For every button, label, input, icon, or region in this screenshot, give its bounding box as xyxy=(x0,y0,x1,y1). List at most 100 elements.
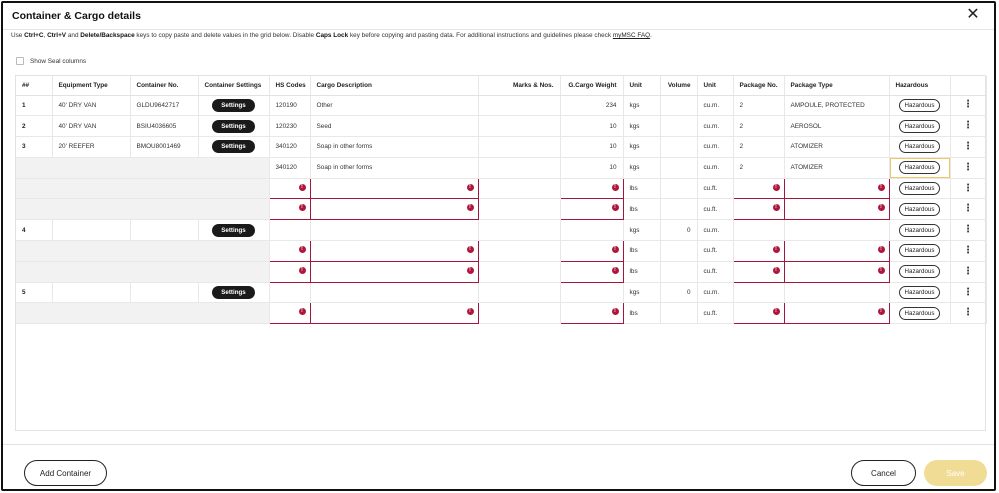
cargo-description-cell-error[interactable] xyxy=(309,302,479,325)
volume-unit-cell[interactable]: cu.m. xyxy=(697,136,734,158)
weight-unit-cell[interactable]: lbs xyxy=(623,261,661,283)
volume-cell[interactable]: 0 xyxy=(660,282,698,304)
package-no-cell[interactable]: 2 xyxy=(733,136,785,158)
marks-cell[interactable] xyxy=(478,302,561,325)
package-type-cell-error[interactable] xyxy=(783,177,890,200)
cargo-description-cell[interactable]: Soap in other forms xyxy=(310,136,479,158)
weight-cell-error[interactable] xyxy=(559,240,624,262)
weight-cell-error[interactable] xyxy=(559,260,624,283)
volume-unit-cell[interactable]: cu.m. xyxy=(697,115,734,138)
volume-cell[interactable] xyxy=(660,178,698,200)
weight-cell-error[interactable] xyxy=(559,302,624,325)
weight-unit-cell[interactable]: kgs xyxy=(623,95,661,117)
more-vertical-icon[interactable]: ⋮ xyxy=(963,183,973,194)
more-vertical-icon[interactable]: ⋮ xyxy=(963,287,973,298)
package-no-cell[interactable]: 2 xyxy=(733,95,785,117)
volume-unit-cell[interactable]: cu.ft. xyxy=(697,302,734,325)
container-no-cell[interactable] xyxy=(130,219,199,242)
volume-unit-cell[interactable]: cu.m. xyxy=(697,282,734,304)
cargo-description-cell-error[interactable] xyxy=(309,177,479,200)
weight-cell-error[interactable] xyxy=(559,177,624,200)
cargo-description-cell[interactable] xyxy=(310,219,479,242)
hazardous-toggle[interactable]: Hazardous xyxy=(898,98,941,112)
volume-cell[interactable] xyxy=(660,198,698,221)
settings-button[interactable]: Settings xyxy=(212,119,255,133)
more-vertical-icon[interactable]: ⋮ xyxy=(963,245,973,256)
hs-code-cell[interactable] xyxy=(269,219,311,242)
cargo-description-cell[interactable] xyxy=(310,282,479,304)
container-no-cell[interactable]: GLDU9642717 xyxy=(130,95,199,117)
hazardous-toggle[interactable]: Hazardous xyxy=(898,119,941,133)
volume-cell[interactable] xyxy=(660,261,698,283)
hazardous-toggle[interactable]: Hazardous xyxy=(898,265,941,279)
hs-code-cell[interactable]: 120230 xyxy=(269,115,311,138)
weight-unit-cell[interactable]: kgs xyxy=(623,136,661,158)
hs-code-cell-error[interactable] xyxy=(268,302,311,325)
container-no-cell[interactable] xyxy=(130,282,199,304)
marks-cell[interactable] xyxy=(478,261,561,283)
weight-unit-cell[interactable]: kgs xyxy=(623,282,661,304)
package-type-cell-error[interactable] xyxy=(783,260,890,283)
settings-button[interactable]: Settings xyxy=(212,286,255,300)
volume-cell[interactable] xyxy=(660,157,698,179)
package-no-cell[interactable]: 2 xyxy=(733,115,785,138)
hazardous-toggle[interactable]: Hazardous xyxy=(898,202,941,216)
package-type-cell[interactable]: ATOMIZER xyxy=(784,136,890,158)
marks-cell[interactable] xyxy=(478,219,561,242)
equipment-type-cell[interactable]: 40' DRY VAN xyxy=(52,95,131,117)
faq-link[interactable]: myMSC FAQ xyxy=(613,32,650,39)
weight-cell[interactable]: 10 xyxy=(560,136,624,158)
volume-cell[interactable] xyxy=(660,115,698,138)
volume-cell[interactable] xyxy=(660,240,698,262)
volume-unit-cell[interactable]: cu.m. xyxy=(697,219,734,242)
weight-cell[interactable] xyxy=(560,219,624,242)
marks-cell[interactable] xyxy=(478,115,561,138)
hazardous-toggle[interactable]: Hazardous xyxy=(898,223,941,237)
weight-unit-cell[interactable]: lbs xyxy=(623,240,661,262)
weight-cell[interactable]: 10 xyxy=(560,115,624,138)
package-type-cell-error[interactable] xyxy=(783,240,890,262)
hs-code-cell-error[interactable] xyxy=(268,240,311,262)
save-button[interactable]: Save xyxy=(924,460,987,486)
package-type-cell[interactable]: AMPOULE, PROTECTED xyxy=(784,95,890,117)
more-vertical-icon[interactable]: ⋮ xyxy=(963,203,973,214)
show-seal-columns-toggle[interactable]: Show Seal columns xyxy=(16,56,86,66)
package-type-cell-error[interactable] xyxy=(783,302,890,325)
weight-cell[interactable] xyxy=(560,282,624,304)
marks-cell[interactable] xyxy=(478,198,561,221)
cargo-description-cell[interactable]: Seed xyxy=(310,115,479,138)
hs-code-cell-error[interactable] xyxy=(268,198,311,221)
hazardous-toggle[interactable]: Hazardous xyxy=(898,161,941,175)
package-no-cell[interactable] xyxy=(733,282,785,304)
package-type-cell[interactable] xyxy=(784,219,890,242)
marks-cell[interactable] xyxy=(478,136,561,158)
volume-unit-cell[interactable]: cu.ft. xyxy=(697,198,734,221)
marks-cell[interactable] xyxy=(478,282,561,304)
settings-button[interactable]: Settings xyxy=(212,140,255,154)
more-vertical-icon[interactable]: ⋮ xyxy=(963,99,973,110)
cargo-description-cell-error[interactable] xyxy=(309,198,479,221)
package-no-cell-error[interactable] xyxy=(732,260,785,283)
package-no-cell-error[interactable] xyxy=(732,240,785,262)
more-vertical-icon[interactable]: ⋮ xyxy=(963,224,973,235)
weight-unit-cell[interactable]: kgs xyxy=(623,157,661,179)
weight-cell[interactable]: 10 xyxy=(560,157,624,179)
hazardous-toggle[interactable]: Hazardous xyxy=(898,306,941,320)
volume-unit-cell[interactable]: cu.ft. xyxy=(697,178,734,200)
volume-cell[interactable] xyxy=(660,95,698,117)
package-type-cell[interactable]: ATOMIZER xyxy=(784,157,890,179)
hazardous-toggle[interactable]: Hazardous xyxy=(898,140,941,154)
cancel-button[interactable]: Cancel xyxy=(851,460,916,486)
add-container-button[interactable]: Add Container xyxy=(24,460,107,486)
cargo-description-cell[interactable]: Soap in other forms xyxy=(310,157,479,179)
equipment-type-cell[interactable]: 20' REEFER xyxy=(52,136,131,158)
marks-cell[interactable] xyxy=(478,178,561,200)
marks-cell[interactable] xyxy=(478,157,561,179)
marks-cell[interactable] xyxy=(478,240,561,262)
hazardous-toggle[interactable]: Hazardous xyxy=(898,286,941,300)
volume-cell[interactable] xyxy=(660,136,698,158)
more-vertical-icon[interactable]: ⋮ xyxy=(963,162,973,173)
hs-code-cell[interactable] xyxy=(269,282,311,304)
seal-checkbox[interactable] xyxy=(16,57,24,65)
weight-cell[interactable]: 234 xyxy=(560,95,624,117)
